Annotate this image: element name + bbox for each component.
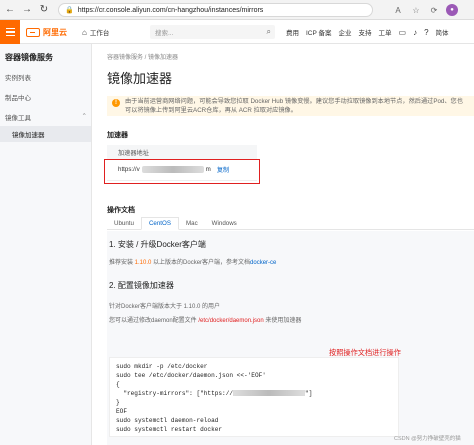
code-line: } (116, 399, 120, 406)
redacted-mirror (233, 390, 306, 397)
annotation-text: 按照操作文档进行操作 (329, 348, 401, 357)
url-text: https://cr.console.aliyun.com/cn-hangzho… (77, 6, 264, 14)
main-content: 容器镜像服务 / 镜像加速器 镜像加速器 ! 由于当前运营商网络问题，可能会导致… (92, 44, 474, 445)
sidebar-item-label: 镜像加速器 (12, 132, 45, 139)
refresh-icon[interactable]: ↻ (37, 3, 51, 17)
home-icon: ⌂ (82, 27, 87, 37)
tab-windows[interactable]: Windows (205, 217, 244, 230)
step1-text-a: 推荐安装 (109, 260, 135, 266)
nav-icp[interactable]: ICP 备案 (306, 27, 332, 37)
nav-ticket[interactable]: 工单 (379, 27, 392, 37)
sidebar: 容器镜像服务 实例列表 制品中心 镜像工具 ⌃ 镜像加速器 (0, 44, 92, 445)
forward-icon[interactable]: → (20, 3, 34, 17)
code-mirrors-prefix: "registry-mirrors": ["https:// (116, 390, 234, 397)
docker-ce-link[interactable]: docker-ce (250, 260, 276, 266)
code-line: sudo tee /etc/docker/daemon.json <<-'EOF… (116, 372, 266, 379)
cart-icon[interactable]: ▭ (399, 28, 407, 37)
step1-text: 推荐安装 1.10.0 以上版本的Docker客户端，参考文档docker-ce (109, 257, 276, 266)
sidebar-title: 容器镜像服务 (5, 53, 53, 62)
logo-mark-icon (26, 27, 40, 37)
sidebar-item-accelerator[interactable]: 镜像加速器 (0, 126, 91, 142)
sidebar-group-label: 镜像工具 (5, 115, 31, 122)
code-line: sudo systemctl daemon-reload (116, 417, 219, 424)
warning-icon: ! (112, 99, 120, 107)
nav-language[interactable]: 简体 (436, 27, 449, 37)
favorite-icon[interactable]: ☆ (410, 4, 422, 16)
tab-mac[interactable]: Mac (179, 217, 205, 230)
page-title: 镜像加速器 (107, 71, 173, 86)
workspace-button[interactable]: ⌂ 工作台 (82, 26, 109, 38)
back-icon[interactable]: ← (3, 3, 17, 17)
step2-text2: 您可以通过修改daemon配置文件 /etc/docker/daemon.jso… (109, 315, 301, 324)
search-placeholder: 搜索... (155, 30, 174, 37)
browser-toolbar: ← → ↻ 🔒 https://cr.console.aliyun.com/cn… (0, 0, 474, 20)
ops-section-title: 操作文档 (107, 207, 135, 214)
address-bar[interactable]: 🔒 https://cr.console.aliyun.com/cn-hangz… (58, 3, 373, 17)
step1-text-b: 以上版本的Docker客户端，参考文档 (151, 260, 251, 266)
notice-banner: ! 由于当前运营商网络问题，可能会导致您拉取 Docker Hub 镜像变慢。建… (107, 96, 474, 116)
nav-support[interactable]: 支持 (359, 27, 372, 37)
os-tabs: Ubuntu CentOS Mac Windows (107, 217, 474, 230)
sidebar-item-artifacts[interactable]: 制品中心 (5, 92, 31, 102)
table-header: 加速器地址 (107, 145, 257, 159)
notice-text: 由于当前运营商网络问题，可能会导致您拉取 Docker Hub 镜像变慢。建议您… (125, 98, 463, 114)
watermark: CSDN @努力挣破壁壳的猫 (394, 436, 461, 442)
code-line: sudo mkdir -p /etc/docker (116, 363, 208, 370)
nav-enterprise[interactable]: 企业 (339, 27, 352, 37)
highlight-box (104, 159, 260, 184)
sidebar-item-instances[interactable]: 实例列表 (5, 72, 31, 82)
search-icon: ⌕ (266, 27, 271, 36)
lock-icon: 🔒 (65, 7, 74, 14)
search-input[interactable]: 搜索... ⌕ (150, 25, 275, 39)
logo-text: 阿里云 (43, 27, 67, 37)
step1-version: 1.10.0 (134, 260, 152, 266)
step2-text1: 针对Docker客户端版本大于 1.10.0 的用户 (109, 304, 221, 310)
code-line: EOF (116, 408, 127, 415)
profile-icon[interactable]: ● (446, 4, 458, 16)
tab-ubuntu[interactable]: Ubuntu (107, 217, 141, 230)
top-nav: 费用 ICP 备案 企业 支持 工单 ▭ ♪ ? 简体 (286, 26, 449, 38)
step2-text2-b: 来使用加速器 (263, 318, 302, 324)
font-size-icon[interactable]: A (392, 4, 404, 16)
aliyun-logo[interactable]: 阿里云 (26, 26, 67, 38)
chevron-up-icon: ⌃ (81, 113, 87, 120)
bell-icon[interactable]: ♪ (413, 28, 417, 37)
code-line-mirrors: "registry-mirrors": ["https:// "] (116, 389, 392, 398)
code-mirrors-suffix: "] (305, 390, 313, 397)
breadcrumb: 容器镜像服务 / 镜像加速器 (107, 55, 179, 61)
tab-centos[interactable]: CentOS (140, 217, 179, 230)
code-block[interactable]: sudo mkdir -p /etc/docker sudo tee /etc/d… (109, 357, 399, 437)
workspace-label: 工作台 (89, 30, 110, 37)
console-topbar: 阿里云 ⌂ 工作台 搜索... ⌕ 费用 ICP 备案 企业 支持 工单 ▭ ♪… (0, 20, 474, 44)
sidebar-group-tools[interactable]: 镜像工具 ⌃ (5, 112, 87, 122)
refresh-page-icon[interactable]: ⟳ (428, 4, 440, 16)
docs-panel: 1. 安装 / 升级Docker客户端 推荐安装 1.10.0 以上版本的Doc… (107, 231, 474, 445)
help-icon[interactable]: ? (424, 28, 428, 37)
code-line: { (116, 381, 120, 388)
menu-icon[interactable] (0, 20, 20, 44)
step1-title: 1. 安装 / 升级Docker客户端 (109, 240, 206, 249)
step2-text2-a: 您可以通过修改daemon配置文件 (109, 318, 199, 324)
daemon-path: /etc/docker/daemon.json (198, 318, 264, 324)
step2-title: 2. 配置镜像加速器 (109, 281, 174, 290)
accelerator-section-title: 加速器 (107, 132, 128, 139)
code-line: sudo systemctl restart docker (116, 426, 223, 433)
nav-billing[interactable]: 费用 (286, 27, 299, 37)
